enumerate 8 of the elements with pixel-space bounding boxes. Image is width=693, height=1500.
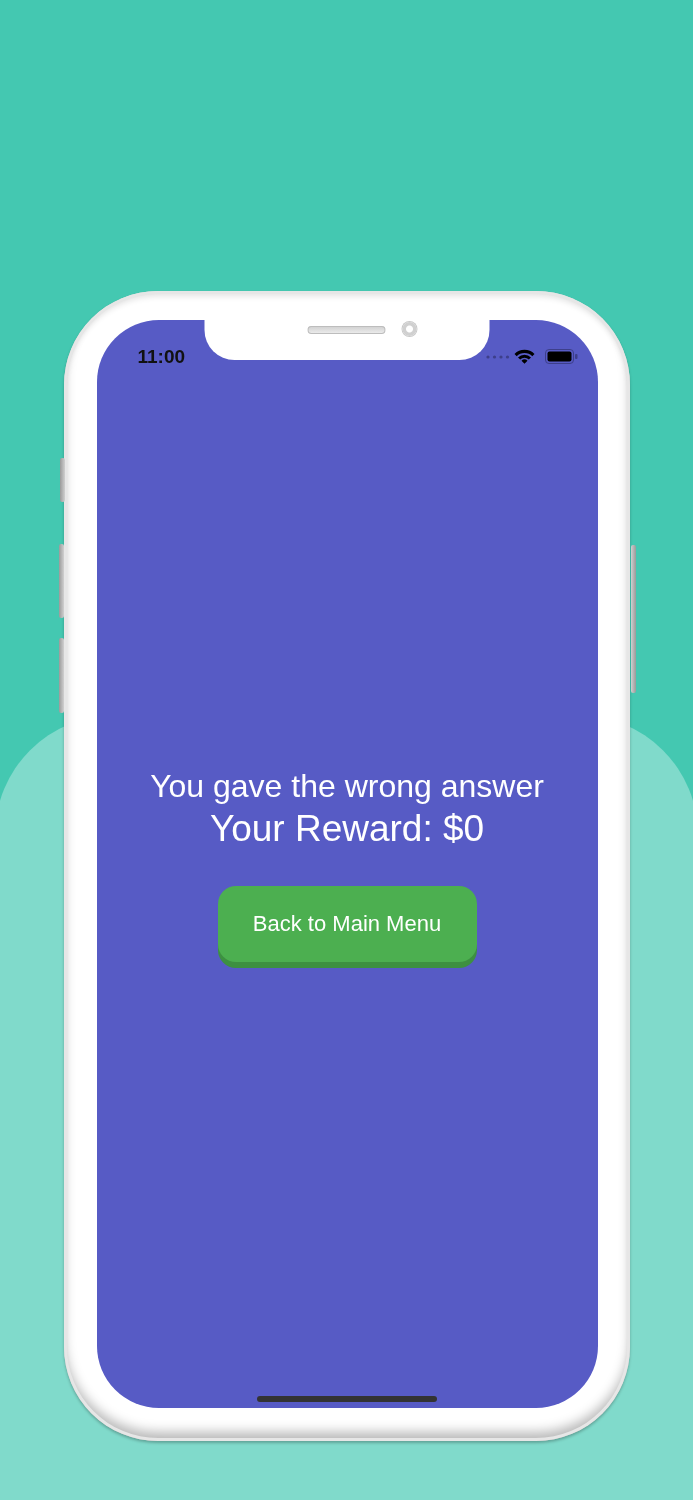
signal-dots-icon [485,354,510,359]
wifi-icon [513,349,535,365]
reward-text: Your Reward: $0 [209,806,485,851]
result-message: You gave the wrong answer [150,766,544,806]
phone-side-ridge [59,458,65,502]
battery-icon [544,349,578,365]
camera-icon [402,322,417,336]
status-time: 11:00 [137,345,186,368]
